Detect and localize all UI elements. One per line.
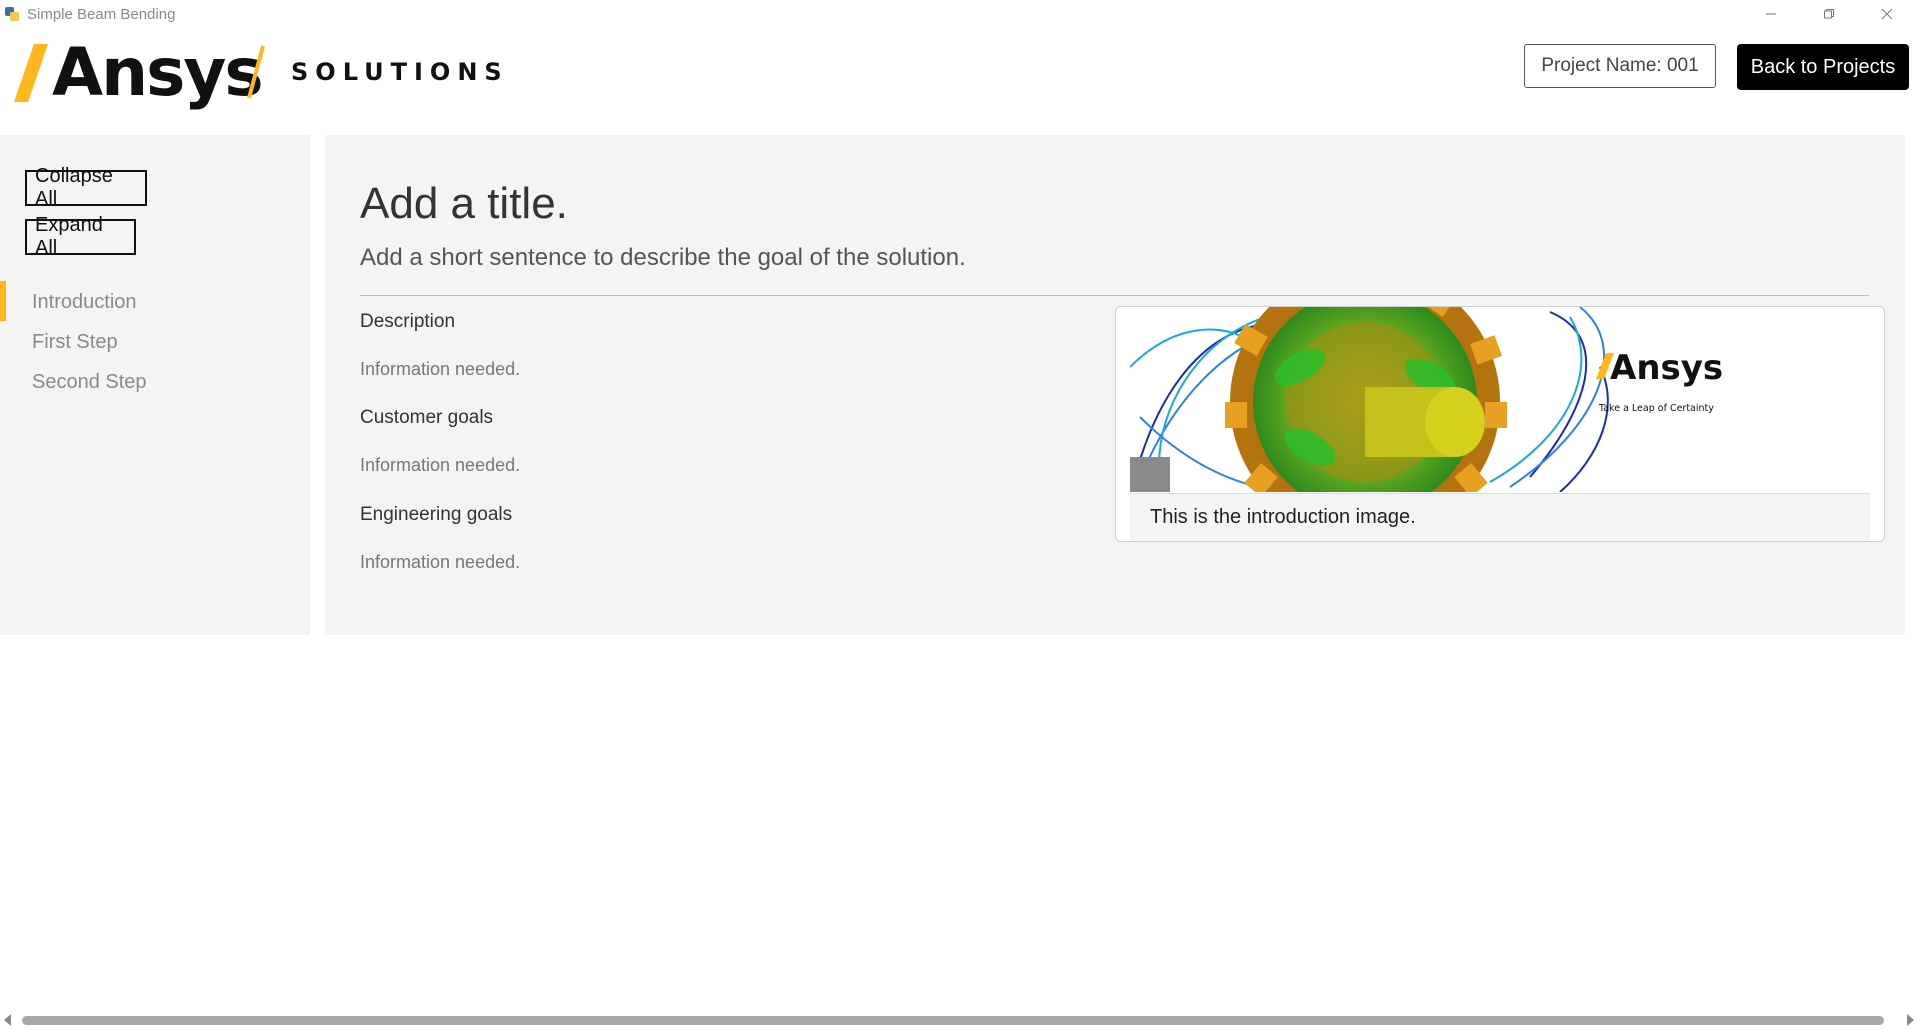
horizontal-scrollbar[interactable]	[0, 1010, 1920, 1030]
customer-goals-text: Information needed.	[360, 455, 521, 475]
collapse-all-button[interactable]: Collapse All	[25, 165, 147, 210]
main-panel: Add a title. Add a short sentence to des…	[325, 135, 1905, 635]
ansys-logo-mark	[14, 44, 48, 102]
introduction-image-card: Ansys Take a Leap of Certainty This is t…	[1115, 306, 1885, 542]
active-nav-indicator	[0, 281, 6, 321]
minimize-icon[interactable]	[1742, 0, 1800, 28]
restore-icon[interactable]	[1800, 0, 1858, 28]
engineering-goals-text: Information needed.	[360, 552, 521, 572]
page-subtitle: Add a short sentence to describe the goa…	[360, 244, 966, 271]
close-icon[interactable]	[1858, 0, 1916, 28]
image-brand-text: Ansys	[1610, 348, 1723, 388]
scroll-right-arrow-icon[interactable]	[1907, 1014, 1914, 1026]
expand-all-button[interactable]: Expand All	[25, 214, 136, 259]
image-caption-area: This is the introduction image.	[1130, 493, 1870, 541]
description-heading: Description	[360, 311, 456, 332]
sidebar-item-introduction[interactable]: Introduction	[32, 291, 137, 314]
window-title: Simple Beam Bending	[27, 6, 176, 23]
ansys-logo: Ansys	[14, 34, 264, 111]
logo-text: Ansys	[52, 34, 264, 111]
section-label: SOLUTIONS	[291, 58, 509, 86]
page-title: Add a title.	[360, 179, 568, 228]
project-name-button[interactable]: Project Name: 001	[1524, 44, 1716, 88]
introduction-image: Ansys Take a Leap of Certainty	[1130, 307, 1870, 492]
slash-divider-icon	[247, 45, 265, 99]
customer-goals-heading: Customer goals	[360, 407, 494, 428]
image-tagline: Take a Leap of Certainty	[1598, 403, 1714, 414]
engineering-goals-heading: Engineering goals	[360, 504, 513, 525]
sidebar-item-first-step[interactable]: First Step	[32, 331, 118, 354]
image-caption: This is the introduction image.	[1150, 506, 1416, 528]
back-to-projects-button[interactable]: Back to Projects	[1737, 44, 1909, 90]
scroll-left-arrow-icon[interactable]	[4, 1014, 11, 1026]
scrollbar-thumb[interactable]	[22, 1016, 1884, 1025]
sidebar-item-second-step[interactable]: Second Step	[32, 371, 147, 394]
window-titlebar: Simple Beam Bending	[0, 0, 1920, 28]
description-text: Information needed.	[360, 359, 521, 379]
sidebar: Collapse All Expand All Introduction Fir…	[0, 135, 310, 635]
divider	[360, 295, 1869, 296]
python-icon	[5, 7, 19, 21]
